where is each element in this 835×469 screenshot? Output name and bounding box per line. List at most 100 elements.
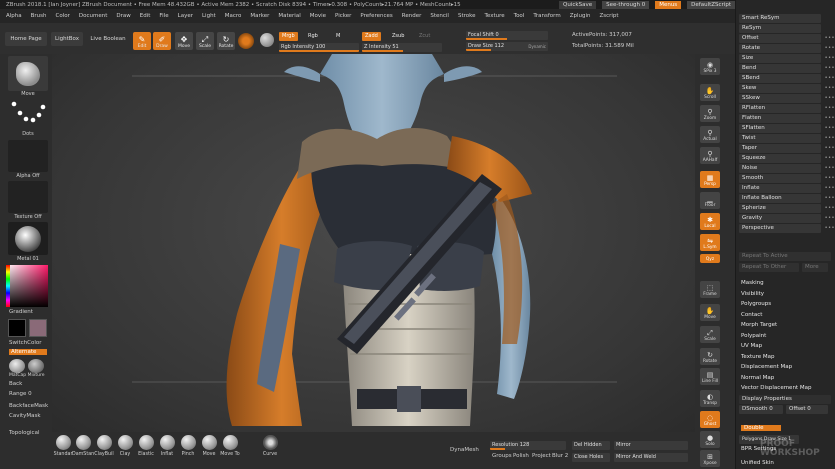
rotate-view-button[interactable]: ↻ Rotate (700, 348, 720, 365)
deform-smooth[interactable]: Smooth ••• (739, 174, 834, 183)
section-morph-target[interactable]: Morph Target (741, 322, 777, 328)
menu-render[interactable]: Render (402, 13, 422, 19)
deform-smart-resym[interactable]: Smart ReSym (739, 14, 821, 23)
dsmooth-slider[interactable]: DSmooth 0 (739, 405, 783, 414)
secondary-color-swatch[interactable] (29, 319, 47, 337)
deform-resym[interactable]: ReSym (739, 24, 821, 33)
material-sphere-icon[interactable] (260, 33, 274, 47)
resolution-slider[interactable]: Resolution 128 (490, 441, 566, 450)
axis-dots-icon[interactable]: ••• (825, 54, 835, 63)
brush-inflat[interactable]: Inflat (156, 435, 178, 457)
repeat-to-active-button[interactable]: Repeat To Active (739, 252, 831, 261)
deform-twist[interactable]: Twist ••• (739, 134, 834, 143)
gradient-label[interactable]: Gradient (9, 309, 33, 315)
menu-marker[interactable]: Marker (250, 13, 269, 19)
menu-stroke[interactable]: Stroke (458, 13, 476, 19)
deform-inflate-balloon[interactable]: Inflate Balloon ••• (739, 194, 834, 203)
axis-dots-icon[interactable]: ••• (825, 194, 835, 203)
brush-standard[interactable]: Standar (52, 435, 74, 457)
polish-toggle[interactable]: Polish (513, 453, 529, 459)
deform-size[interactable]: Size ••• (739, 54, 834, 63)
deform-perspective[interactable]: Perspective ••• (739, 224, 834, 233)
display-properties-header[interactable]: Display Properties (739, 395, 831, 404)
menu-edit[interactable]: Edit (140, 13, 151, 19)
menu-document[interactable]: Document (79, 13, 108, 19)
axis-dots-icon[interactable]: ••• (825, 114, 835, 123)
axis-dots-icon[interactable]: ••• (825, 214, 835, 223)
ghost-button[interactable]: ◌ Ghost (700, 411, 720, 428)
section-visibility[interactable]: Visibility (741, 291, 764, 297)
stroke-thumbnail[interactable] (8, 98, 48, 130)
z-intensity-slider[interactable]: Z Intensity 51 (362, 43, 442, 52)
edit-tool-button[interactable]: ✎ Edit (133, 32, 151, 50)
deform-sflatten[interactable]: SFlatten ••• (739, 124, 834, 133)
deform-skew[interactable]: Skew ••• (739, 84, 834, 93)
menu-material[interactable]: Material (278, 13, 300, 19)
color-picker[interactable] (6, 265, 48, 307)
axis-dots-icon[interactable]: ••• (825, 84, 835, 93)
section-vector-displacement-map[interactable]: Vector Displacement Map (741, 385, 811, 391)
lsym-button[interactable]: ⇋ L.Sym (700, 234, 720, 251)
axis-dots-icon[interactable]: ••• (825, 154, 835, 163)
deform-rotate[interactable]: Rotate ••• (739, 44, 834, 53)
menu-texture[interactable]: Texture (485, 13, 505, 19)
line-fill-button[interactable]: ▤ Line Fill (700, 368, 720, 385)
section-contact[interactable]: Contact (741, 312, 762, 318)
actual-button[interactable]: ⚲ Actual (700, 126, 720, 143)
rotate-tool-button[interactable]: ↻ Rotate (217, 32, 235, 50)
stroke-preview-icon[interactable] (238, 33, 254, 49)
topological-button[interactable]: Topological (9, 430, 39, 436)
backface-mask-button[interactable]: BackfaceMask (9, 403, 48, 409)
zadd-toggle[interactable]: Zadd (362, 32, 381, 41)
axis-dots-icon[interactable]: ••• (825, 74, 835, 83)
live-boolean-button[interactable]: Live Boolean (88, 32, 128, 46)
section-displacement-map[interactable]: Displacement Map (741, 364, 792, 370)
section-uv-map[interactable]: UV Map (741, 343, 762, 349)
scale-tool-button[interactable]: ⤢ Scale (196, 32, 214, 50)
brush-damstandard[interactable]: DamStan (72, 435, 94, 457)
see-through-slider[interactable]: See-through 0 (602, 0, 650, 9)
curve-stroke-button[interactable]: Curve (259, 435, 281, 457)
menu-brush[interactable]: Brush (31, 13, 47, 19)
brush-elastic[interactable]: Elastic (135, 435, 157, 457)
local-button[interactable]: ✱ Local (700, 213, 720, 230)
hue-strip[interactable] (6, 265, 10, 307)
xpose-button[interactable]: ⊞ Xpose (700, 450, 720, 467)
blur-slider[interactable]: Blur 2 (552, 453, 568, 459)
move-tool-button[interactable]: ✥ Move (175, 32, 193, 50)
menu-preferences[interactable]: Preferences (360, 13, 392, 19)
axis-dots-icon[interactable]: ••• (825, 144, 835, 153)
del-hidden-button[interactable]: Del Hidden (572, 441, 610, 450)
section-masking[interactable]: Masking (741, 280, 764, 286)
menu-light[interactable]: Light (202, 13, 216, 19)
rgb-toggle[interactable]: Rgb (305, 32, 321, 41)
menu-tool[interactable]: Tool (514, 13, 525, 19)
axis-dots-icon[interactable]: ••• (825, 44, 835, 53)
default-zscript-button[interactable]: DefaultZScript (687, 0, 735, 9)
menu-macro[interactable]: Macro (225, 13, 242, 19)
draw-tool-button[interactable]: ✐ Draw (153, 32, 171, 50)
move-view-button[interactable]: ✋ Move (700, 304, 720, 321)
deform-inflate[interactable]: Inflate ••• (739, 184, 834, 193)
menu-zplugin[interactable]: Zplugin (570, 13, 591, 19)
axis-dots-icon[interactable]: ••• (825, 224, 835, 233)
zsub-toggle[interactable]: Zsub (389, 32, 407, 41)
display-offset-slider[interactable]: Offset 0 (786, 405, 828, 414)
axis-dots-icon[interactable]: ••• (825, 104, 835, 113)
deform-noise[interactable]: Noise ••• (739, 164, 834, 173)
deform-gravity[interactable]: Gravity ••• (739, 214, 834, 223)
double-toggle[interactable]: Double (741, 425, 781, 431)
lightbox-button[interactable]: LightBox (51, 32, 83, 46)
main-color-swatch[interactable] (8, 319, 26, 337)
switchcolor-button[interactable]: SwitchColor (9, 340, 42, 346)
focal-shift-slider[interactable]: Focal Shift 0 (466, 31, 548, 40)
zcut-toggle[interactable]: Zcut (416, 32, 433, 41)
menu-layer[interactable]: Layer (178, 13, 193, 19)
menu-movie[interactable]: Movie (310, 13, 326, 19)
rgb-intensity-slider[interactable]: Rgb Intensity 100 (279, 43, 359, 52)
menu-transform[interactable]: Transform (533, 13, 560, 19)
axis-dots-icon[interactable]: ••• (825, 174, 835, 183)
section-normal-map[interactable]: Normal Map (741, 375, 774, 381)
deform-sskew[interactable]: SSkew ••• (739, 94, 834, 103)
dynamic-toggle[interactable]: Dynamic (528, 42, 546, 51)
